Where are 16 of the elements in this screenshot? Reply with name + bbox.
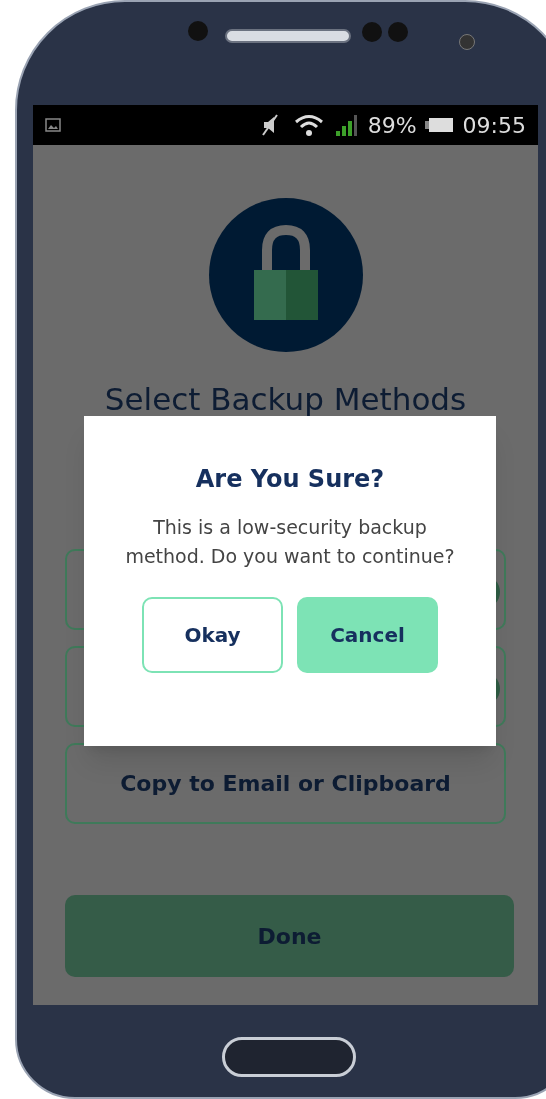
home-button[interactable] bbox=[222, 1037, 356, 1077]
camera-lens bbox=[188, 21, 208, 41]
wifi-icon bbox=[293, 113, 324, 137]
clock: 09:55 bbox=[462, 111, 526, 140]
image-icon bbox=[45, 118, 61, 132]
padlock-icon bbox=[208, 198, 363, 352]
mute-icon bbox=[259, 113, 280, 137]
okay-button[interactable]: Okay bbox=[142, 597, 283, 673]
dialog-message: This is a low-security backup method. Do you want to continue? bbox=[125, 515, 455, 569]
signal-icon bbox=[333, 113, 358, 137]
front-camera bbox=[459, 34, 475, 50]
screen-title: Select Backup Methods bbox=[104, 380, 467, 418]
dialog-title: Are You Sure? bbox=[195, 464, 385, 495]
cancel-button[interactable]: Cancel bbox=[297, 597, 438, 673]
battery-icon bbox=[424, 117, 453, 133]
battery-percent: 89% bbox=[367, 111, 417, 140]
